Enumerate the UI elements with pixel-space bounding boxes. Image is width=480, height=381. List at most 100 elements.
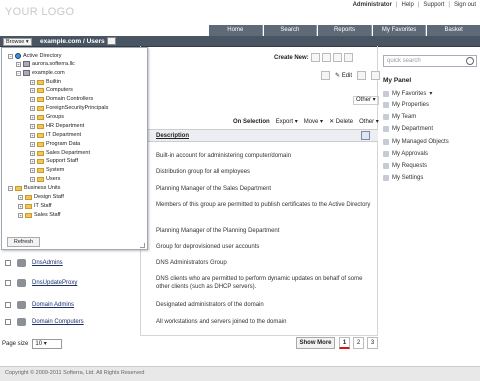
row-name-link[interactable]: Domain Admins	[32, 302, 74, 308]
edit-button[interactable]: ✎ Edit	[335, 72, 352, 79]
show-more-button[interactable]: Show More	[296, 337, 335, 349]
support-link[interactable]: Support	[423, 2, 444, 8]
table-row[interactable]: DnsUpdateProxy	[5, 279, 77, 287]
group-icon	[17, 318, 26, 326]
tree-node-active-directory[interactable]: − Active Directory	[8, 53, 62, 59]
tree-node[interactable]: + Domain Controllers	[30, 96, 93, 102]
expand-icon[interactable]: +	[30, 150, 35, 156]
expand-icon[interactable]: +	[18, 203, 23, 209]
row-checkbox[interactable]	[5, 319, 11, 325]
tree-node[interactable]: + Program Data	[30, 141, 80, 147]
tree-node[interactable]: + IT Staff	[18, 203, 52, 209]
expand-icon[interactable]: +	[30, 87, 35, 93]
help-link[interactable]: Help	[401, 2, 413, 8]
resize-grip-icon[interactable]	[140, 243, 145, 248]
refresh-button[interactable]: Refresh	[7, 237, 40, 247]
quick-search-input[interactable]: quick search	[383, 55, 477, 67]
collapse-icon[interactable]: −	[16, 70, 21, 76]
properties-icon	[383, 102, 389, 108]
expand-icon[interactable]: +	[30, 79, 35, 85]
expand-icon[interactable]: +	[30, 176, 35, 182]
expand-icon[interactable]: +	[30, 114, 35, 120]
move-dropdown[interactable]: Move ▾	[304, 118, 323, 125]
tab-reports[interactable]: Reports	[318, 25, 372, 36]
description-column-header[interactable]: Description	[156, 133, 189, 139]
tree-node[interactable]: + System	[30, 167, 64, 173]
tab-basket[interactable]: Basket	[427, 25, 480, 36]
object-toolbar: ✎ Edit	[321, 71, 381, 80]
browse-button[interactable]: Browse ▾	[3, 38, 32, 46]
row-name-link[interactable]: DnsAdmins	[32, 260, 63, 266]
row-name-link[interactable]: DnsUpdateProxy	[32, 280, 77, 286]
export-dropdown[interactable]: Export ▾	[276, 118, 298, 125]
new-group-icon[interactable]	[321, 53, 331, 62]
column-chooser-icon[interactable]	[361, 131, 370, 140]
page-2[interactable]: 2	[353, 337, 364, 349]
tree-label: ForeignSecurityPrincipals	[46, 105, 109, 111]
tree-node[interactable]: + Support Staff	[30, 158, 78, 164]
tree-label: Builtin	[46, 79, 61, 85]
tree-node[interactable]: + ForeignSecurityPrincipals	[30, 105, 108, 111]
my-panel-item[interactable]: My Approvals	[383, 151, 428, 157]
new-user-icon[interactable]	[310, 53, 320, 62]
tab-search[interactable]: Search	[263, 25, 318, 36]
table-row[interactable]: Domain Computers	[5, 318, 84, 326]
my-panel-item[interactable]: My Team	[383, 114, 416, 120]
page-1[interactable]: 1	[339, 337, 350, 349]
expand-icon[interactable]: +	[30, 158, 35, 164]
expand-icon[interactable]: +	[16, 61, 21, 67]
collapse-icon[interactable]: −	[8, 185, 13, 191]
other-selection-dropdown[interactable]: Other ▾	[359, 118, 379, 125]
my-panel-item[interactable]: My Properties	[383, 102, 429, 108]
new-contact-icon[interactable]	[332, 53, 342, 62]
new-computer-icon[interactable]	[343, 53, 353, 62]
tree-node-example[interactable]: − example.com	[16, 70, 65, 76]
expand-icon[interactable]: +	[30, 141, 35, 147]
copy-icon[interactable]	[106, 37, 116, 46]
tree-node-aurora[interactable]: + aurora.softerra.llc	[16, 61, 75, 67]
print-icon[interactable]	[357, 71, 367, 80]
signout-link[interactable]: Sign out	[454, 2, 476, 8]
tree-node[interactable]: + Sales Staff	[18, 212, 61, 218]
expand-icon[interactable]: +	[30, 132, 35, 138]
table-row[interactable]: DnsAdmins	[5, 259, 63, 267]
tree-node[interactable]: + IT Department	[30, 132, 81, 138]
row-checkbox[interactable]	[5, 280, 11, 286]
table-row[interactable]: Domain Admins	[5, 301, 74, 309]
page-size-select[interactable]: 10 ▾	[32, 339, 63, 349]
my-panel-item[interactable]: My Managed Objects	[383, 139, 449, 145]
tree-node[interactable]: + Computers	[30, 87, 73, 93]
expand-icon[interactable]: +	[18, 194, 23, 200]
my-panel-item[interactable]: My Settings	[383, 175, 423, 181]
collapse-icon[interactable]: −	[8, 53, 13, 59]
my-panel-label: My Requests	[392, 163, 428, 169]
expand-icon[interactable]: +	[30, 167, 35, 173]
folder-icon	[37, 132, 44, 138]
tab-my-favorites[interactable]: My Favorites	[372, 25, 427, 36]
tree-node[interactable]: + Sales Department	[30, 150, 90, 156]
my-panel-item[interactable]: My Requests	[383, 163, 427, 169]
tree-node-business-units[interactable]: − Business Units	[8, 185, 60, 191]
expand-icon[interactable]: +	[30, 123, 35, 129]
my-panel-item[interactable]: My Favorites ▾	[383, 90, 432, 97]
tab-home[interactable]: Home	[209, 25, 263, 36]
properties-icon[interactable]	[321, 71, 330, 80]
expand-icon[interactable]: +	[30, 96, 35, 102]
tree-node[interactable]: + Builtin	[30, 79, 61, 85]
my-panel-item[interactable]: My Department	[383, 126, 433, 132]
row-checkbox[interactable]	[5, 302, 11, 308]
tree-node[interactable]: + Groups	[30, 114, 64, 120]
page-3[interactable]: 3	[367, 337, 378, 349]
delete-button[interactable]: ✕ Delete	[329, 118, 353, 125]
description-cell: DNS clients who are permitted to perform…	[156, 276, 363, 290]
star-icon[interactable]	[371, 71, 381, 80]
tree-node[interactable]: + Design Staff	[18, 194, 64, 200]
expand-icon[interactable]: +	[18, 212, 23, 218]
row-checkbox[interactable]	[5, 260, 11, 266]
search-icon[interactable]	[466, 57, 474, 65]
other-dropdown[interactable]: Other ▾	[353, 96, 379, 105]
expand-icon[interactable]: +	[30, 105, 35, 111]
row-name-link[interactable]: Domain Computers	[32, 319, 84, 325]
tree-node[interactable]: + Users	[30, 176, 60, 182]
tree-node[interactable]: + HR Department	[30, 123, 84, 129]
